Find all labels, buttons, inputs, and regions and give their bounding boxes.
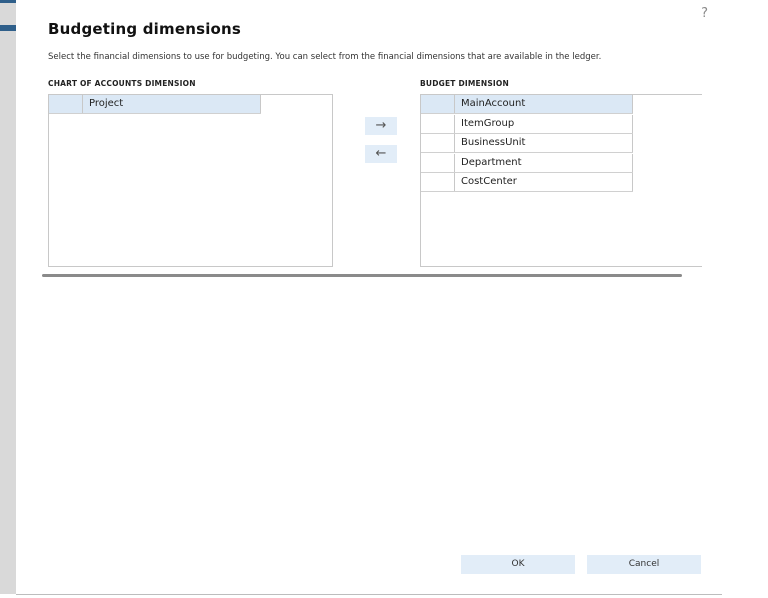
row-selector[interactable] (421, 95, 455, 113)
list-item[interactable]: BusinessUnit (421, 134, 633, 153)
budget-dimension-list[interactable]: MainAccount ItemGroup BusinessUnit Depar… (420, 94, 702, 267)
add-dimension-button[interactable]: → (365, 117, 397, 135)
arrow-left-icon: ← (375, 146, 387, 161)
dimension-name: Department (455, 153, 633, 172)
dimension-name: Project (83, 95, 261, 113)
dialog-description: Select the financial dimensions to use f… (48, 52, 602, 62)
dimension-name: CostCenter (455, 173, 633, 191)
list-item[interactable]: Department (421, 153, 633, 173)
dimension-name: BusinessUnit (455, 134, 633, 152)
cancel-button[interactable]: Cancel (587, 555, 701, 574)
list-item[interactable]: MainAccount (421, 95, 633, 114)
list-item[interactable]: Project (49, 95, 261, 114)
row-selector[interactable] (49, 95, 83, 113)
dimension-name: ItemGroup (455, 114, 633, 133)
row-selector[interactable] (421, 134, 455, 152)
list-item[interactable]: CostCenter (421, 173, 633, 192)
row-selector[interactable] (421, 114, 455, 133)
budgeting-dimensions-dialog: ? Budgeting dimensions Select the financ… (16, 0, 722, 595)
background-accent-bar (0, 0, 16, 3)
ok-button[interactable]: OK (461, 555, 575, 574)
chart-of-accounts-list[interactable]: Project (48, 94, 333, 267)
budget-dimension-label: BUDGET DIMENSION (420, 79, 509, 88)
list-item[interactable]: ItemGroup (421, 114, 633, 134)
background-accent-bar (0, 25, 16, 31)
row-selector[interactable] (421, 153, 455, 172)
background-workspace-edge (0, 0, 16, 594)
row-selector[interactable] (421, 173, 455, 191)
dimension-name: MainAccount (455, 95, 633, 113)
chart-of-accounts-label: CHART OF ACCOUNTS DIMENSION (48, 79, 196, 88)
remove-dimension-button[interactable]: ← (365, 145, 397, 163)
arrow-right-icon: → (375, 118, 387, 133)
help-icon[interactable]: ? (701, 6, 708, 21)
horizontal-scrollbar[interactable] (42, 274, 682, 277)
dialog-title: Budgeting dimensions (48, 20, 242, 38)
